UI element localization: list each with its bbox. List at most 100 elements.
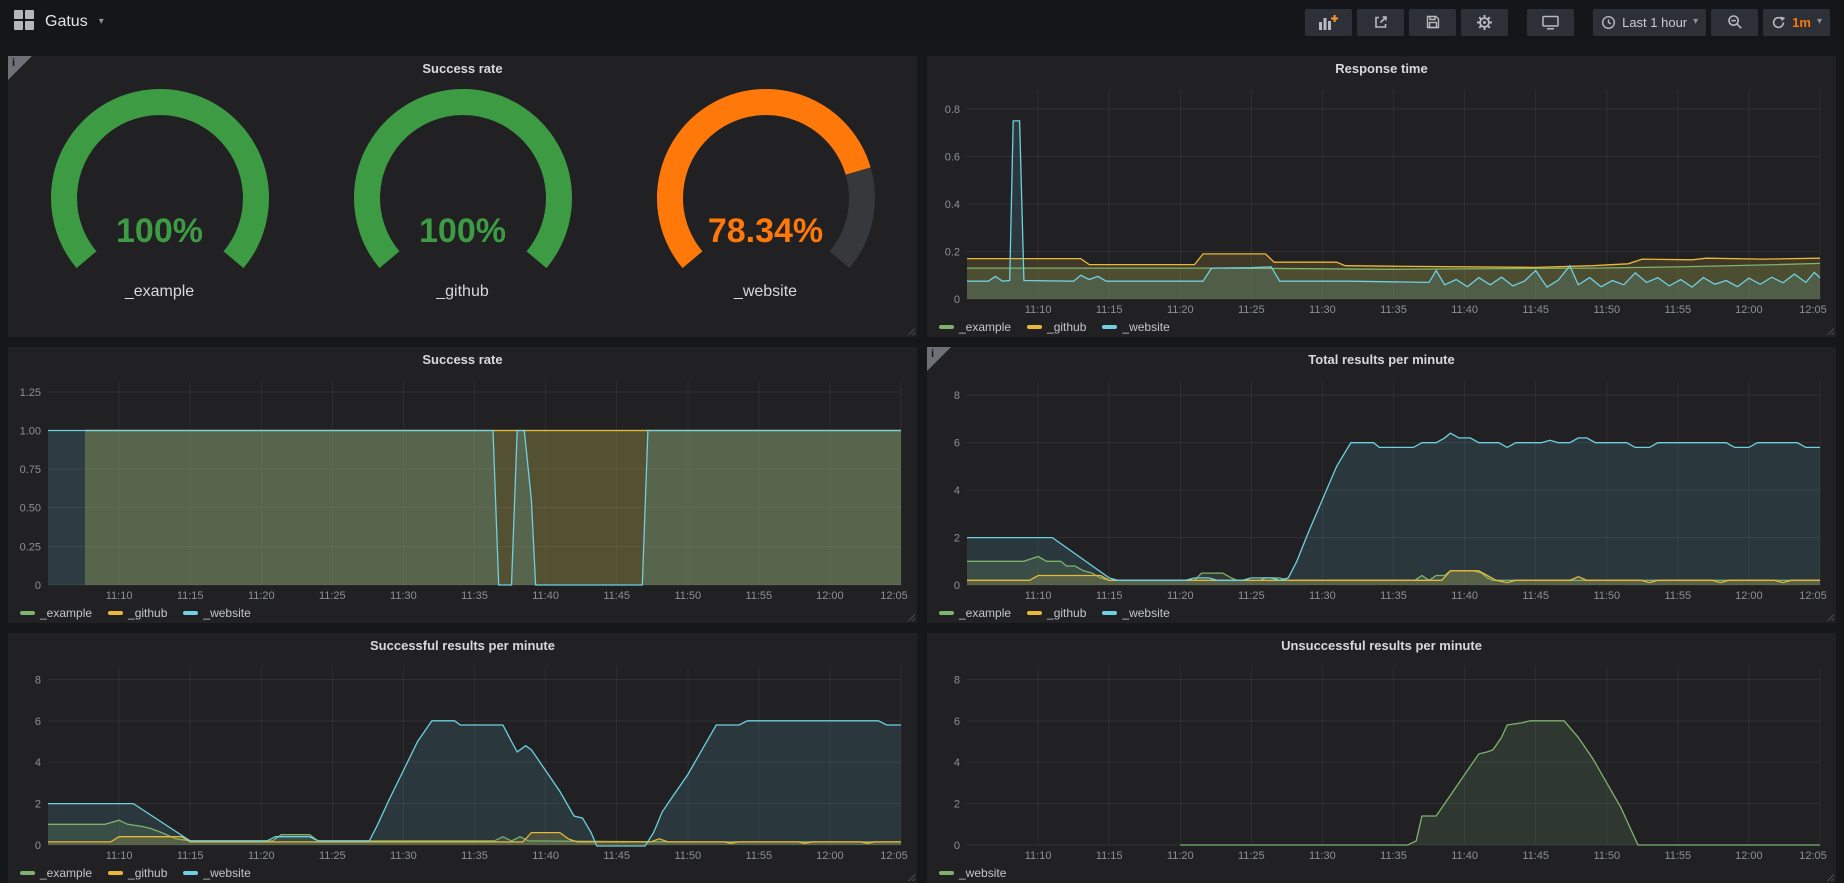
legend-item-website[interactable]: _website	[183, 866, 250, 880]
chevron-down-icon: ▾	[1817, 17, 1822, 27]
total-results-chart[interactable]: 0246811:1011:1511:2011:2511:3011:3511:40…	[931, 373, 1830, 603]
time-range-button[interactable]: Last 1 hour ▾	[1593, 9, 1706, 36]
legend-item-website[interactable]: _website	[1102, 320, 1169, 334]
legend-series-name: _github	[1047, 606, 1086, 620]
legend-item-website[interactable]: _website	[939, 866, 1006, 880]
svg-text:6: 6	[954, 438, 960, 450]
chart-legend: _website	[927, 863, 1836, 883]
svg-text:12:05: 12:05	[1799, 850, 1827, 862]
legend-item-website[interactable]: _website	[1102, 606, 1169, 620]
svg-text:12:05: 12:05	[880, 850, 908, 862]
legend-series-name: _example	[40, 866, 92, 880]
svg-text:11:15: 11:15	[1096, 590, 1123, 602]
svg-text:11:30: 11:30	[390, 850, 417, 862]
clock-icon	[1601, 15, 1616, 30]
page-title: Gatus	[45, 13, 88, 31]
save-button[interactable]	[1409, 9, 1456, 36]
share-icon	[1373, 14, 1389, 30]
legend-item-example[interactable]: _example	[20, 866, 92, 880]
svg-text:11:30: 11:30	[1309, 590, 1336, 602]
svg-text:11:45: 11:45	[603, 590, 630, 602]
legend-item-github[interactable]: _github	[108, 866, 167, 880]
svg-text:12:00: 12:00	[1735, 850, 1763, 862]
svg-text:8: 8	[35, 674, 41, 686]
svg-text:11:30: 11:30	[1309, 304, 1336, 316]
legend-item-github[interactable]: _github	[1027, 320, 1086, 334]
tv-mode-button[interactable]	[1527, 9, 1574, 36]
legend-color-dash	[108, 611, 123, 615]
zoom-out-button[interactable]	[1711, 9, 1758, 36]
legend-color-dash	[939, 871, 954, 875]
add-panel-button[interactable]	[1305, 9, 1352, 36]
chart-legend: _example _github _website	[927, 603, 1836, 623]
panel-title[interactable]: Response time	[927, 56, 1836, 82]
chart-legend: _example _github _website	[8, 603, 917, 623]
navbar: Gatus ▾	[0, 0, 1844, 44]
svg-text:0: 0	[954, 840, 960, 852]
panel-title[interactable]: Success rate	[8, 347, 917, 373]
svg-text:11:35: 11:35	[1380, 590, 1407, 602]
panel-title[interactable]: Success rate	[8, 56, 917, 82]
successful-results-chart[interactable]: 0246811:1011:1511:2011:2511:3011:3511:40…	[12, 659, 911, 863]
svg-text:0.75: 0.75	[20, 464, 41, 476]
panel-info-corner-icon[interactable]: i	[927, 347, 951, 371]
chart-svg-total-results: 0246811:1011:1511:2011:2511:3011:3511:40…	[931, 373, 1830, 603]
gauge-website: 78.34% _website	[614, 86, 917, 337]
panel-title[interactable]: Unsuccessful results per minute	[927, 633, 1836, 659]
svg-text:11:25: 11:25	[319, 590, 346, 602]
dashboard-grid: i Success rate 100% _example 100% _githu…	[0, 44, 1844, 883]
panel-title[interactable]: Total results per minute	[927, 347, 1836, 373]
svg-text:1.25: 1.25	[20, 387, 41, 399]
legend-item-github[interactable]: _github	[1027, 606, 1086, 620]
legend-color-dash	[939, 325, 954, 329]
refresh-icon	[1771, 15, 1786, 30]
svg-text:11:20: 11:20	[248, 590, 275, 602]
legend-series-name: _github	[128, 866, 167, 880]
svg-text:2: 2	[954, 533, 960, 545]
response-time-chart[interactable]: 00.20.40.60.811:1011:1511:2011:2511:3011…	[931, 82, 1830, 317]
svg-text:0: 0	[35, 840, 41, 852]
svg-text:12:00: 12:00	[1735, 304, 1763, 316]
success-rate-chart[interactable]: 00.250.500.751.001.2511:1011:1511:2011:2…	[12, 373, 911, 603]
legend-color-dash	[183, 871, 198, 875]
gauge-github: 100% _github	[311, 86, 614, 337]
chevron-down-icon: ▾	[99, 17, 104, 27]
gauge-label: _github	[311, 283, 614, 301]
svg-text:11:25: 11:25	[1238, 590, 1265, 602]
dashboard-title-button[interactable]: Gatus ▾	[14, 10, 104, 35]
legend-item-website[interactable]: _website	[183, 606, 250, 620]
gauge-row: 100% _example 100% _github 78.34% _websi…	[8, 82, 917, 337]
settings-button[interactable]	[1461, 9, 1508, 36]
svg-text:11:20: 11:20	[1167, 850, 1194, 862]
legend-color-dash	[20, 871, 35, 875]
svg-text:0: 0	[35, 580, 41, 592]
svg-text:11:35: 11:35	[461, 850, 488, 862]
svg-text:6: 6	[35, 716, 41, 728]
panel-success-rate-timeseries: Success rate 00.250.500.751.001.2511:101…	[8, 347, 917, 623]
svg-text:11:10: 11:10	[1025, 850, 1052, 862]
chart-svg-success-rate: 00.250.500.751.001.2511:1011:1511:2011:2…	[12, 373, 911, 603]
unsuccessful-results-chart[interactable]: 0246811:1011:1511:2011:2511:3011:3511:40…	[931, 659, 1830, 863]
svg-text:11:50: 11:50	[674, 590, 701, 602]
panel-title[interactable]: Successful results per minute	[8, 633, 917, 659]
svg-text:11:20: 11:20	[248, 850, 275, 862]
legend-item-example[interactable]: _example	[939, 320, 1011, 334]
legend-item-github[interactable]: _github	[108, 606, 167, 620]
legend-item-example[interactable]: _example	[20, 606, 92, 620]
svg-text:11:55: 11:55	[745, 590, 772, 602]
legend-color-dash	[1102, 325, 1117, 329]
refresh-button[interactable]: 1m ▾	[1763, 9, 1830, 36]
gauge-label: _website	[614, 283, 917, 301]
svg-text:0.6: 0.6	[945, 152, 960, 164]
gauge-arc	[618, 86, 914, 282]
svg-text:11:15: 11:15	[177, 850, 204, 862]
legend-item-example[interactable]: _example	[939, 606, 1011, 620]
svg-text:1.00: 1.00	[20, 426, 41, 438]
save-icon	[1425, 14, 1441, 30]
panel-successful-results: Successful results per minute 0246811:10…	[8, 633, 917, 883]
svg-text:0: 0	[954, 580, 960, 592]
gear-icon	[1476, 14, 1493, 31]
panel-info-corner-icon[interactable]: i	[8, 56, 32, 80]
svg-text:12:00: 12:00	[1735, 590, 1763, 602]
share-button[interactable]	[1357, 9, 1404, 36]
